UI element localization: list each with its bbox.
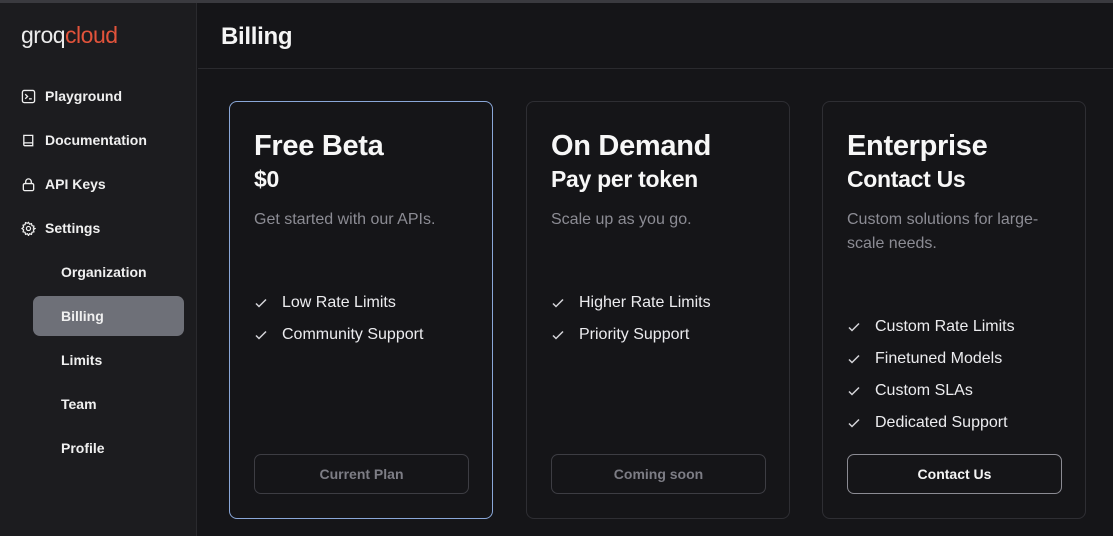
plan-card-free-beta: Free Beta $0 Get started with our APIs. … [229,101,493,519]
plan-price: Contact Us [847,166,966,192]
logo-text-groq: groq [21,22,66,48]
sidebar-item-documentation[interactable]: Documentation [21,130,147,150]
check-icon [254,296,268,310]
plan-features-list: Low Rate Limits Community Support [254,287,423,351]
sidebar-subitem-billing[interactable]: Billing [33,296,184,336]
sidebar-subitem-team[interactable]: Team [33,384,184,424]
plan-title: Enterprise [847,130,988,162]
check-icon [847,416,861,430]
current-plan-button[interactable]: Current Plan [254,454,469,494]
sidebar-item-label: Documentation [45,132,147,148]
check-icon [551,328,565,342]
logo-text-cloud: cloud [65,22,118,48]
plan-features-list: Custom Rate Limits Finetuned Models Cust… [847,311,1015,439]
sidebar-item-label: Playground [45,88,123,104]
gear-icon [21,220,36,236]
feature-label: Finetuned Models [875,350,1003,367]
sidebar-subitem-label: Billing [61,308,104,324]
lock-icon [21,177,36,192]
sidebar: groqcloud Playground Documentation API K… [0,3,197,536]
feature-label: Dedicated Support [875,414,1008,431]
plan-title: Free Beta [254,130,384,162]
page-title: Billing [221,23,293,50]
coming-soon-button[interactable]: Coming soon [551,454,766,494]
plan-features-list: Higher Rate Limits Priority Support [551,287,711,351]
feature-item: Custom Rate Limits [847,311,1015,343]
feature-item: Higher Rate Limits [551,287,711,319]
plan-description: Scale up as you go. [551,211,692,228]
sidebar-subitem-label: Organization [61,264,147,280]
sidebar-subitem-organization[interactable]: Organization [33,252,184,292]
feature-item: Custom SLAs [847,375,1015,407]
feature-label: Community Support [282,326,424,343]
sidebar-item-label: Settings [45,220,101,236]
feature-item: Dedicated Support [847,407,1015,439]
sidebar-item-api-keys[interactable]: API Keys [21,174,106,194]
sidebar-subitem-limits[interactable]: Limits [33,340,184,380]
sidebar-item-label: API Keys [45,176,106,192]
sidebar-item-settings[interactable]: Settings [21,218,100,238]
check-icon [254,328,268,342]
terminal-icon [21,89,36,104]
sidebar-item-playground[interactable]: Playground [21,86,122,106]
feature-item: Community Support [254,319,423,351]
feature-item: Low Rate Limits [254,287,423,319]
feature-item: Finetuned Models [847,343,1015,375]
book-icon [21,133,36,148]
check-icon [847,352,861,366]
check-icon [847,384,861,398]
groqcloud-logo[interactable]: groqcloud [21,22,118,48]
feature-label: Priority Support [579,326,690,343]
sidebar-subitem-label: Team [61,396,97,412]
sidebar-subitem-profile[interactable]: Profile [33,428,184,468]
plan-price: $0 [254,166,279,192]
page-header: Billing [198,3,1113,69]
feature-label: Higher Rate Limits [579,294,711,311]
feature-label: Custom Rate Limits [875,318,1015,335]
sidebar-subitem-label: Profile [61,440,105,456]
plan-description: Get started with our APIs. [254,211,436,228]
check-icon [847,320,861,334]
feature-item: Priority Support [551,319,711,351]
plan-title: On Demand [551,130,712,162]
app-window: groqcloud Playground Documentation API K… [0,0,1113,536]
sidebar-subitem-label: Limits [61,352,103,368]
plan-description: Custom solutions for large-scale needs. [847,211,1039,252]
feature-label: Custom SLAs [875,382,973,399]
feature-label: Low Rate Limits [282,294,396,311]
contact-us-button[interactable]: Contact Us [847,454,1062,494]
plan-card-enterprise: Enterprise Contact Us Custom solutions f… [822,101,1086,519]
plan-card-on-demand: On Demand Pay per token Scale up as you … [526,101,790,519]
check-icon [551,296,565,310]
plan-price: Pay per token [551,166,698,192]
